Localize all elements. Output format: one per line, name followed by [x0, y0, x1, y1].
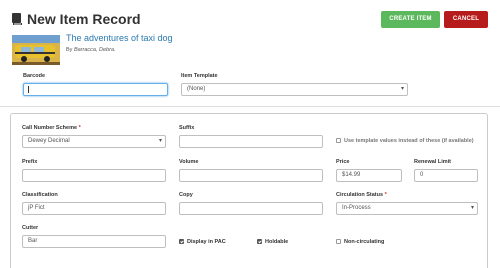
holdable-checkbox[interactable]: Holdable	[257, 239, 288, 245]
barcode-label: Barcode	[23, 73, 46, 79]
text-cursor	[28, 86, 29, 93]
classification-label: Classification	[22, 192, 58, 198]
create-item-button[interactable]: CREATE ITEM	[381, 11, 440, 28]
use-template-values-label: Use template values instead of these (if…	[344, 138, 474, 144]
classification-input[interactable]: jP Fict	[22, 202, 166, 215]
use-template-values-checkbox[interactable]: Use template values instead of these (if…	[336, 138, 474, 144]
circulation-status-label-text: Circulation Status	[336, 192, 384, 198]
book-icon	[12, 13, 22, 25]
required-mark: *	[78, 125, 81, 131]
author-prefix: By	[66, 47, 73, 53]
circulation-status-label: Circulation Status *	[336, 192, 387, 198]
item-template-label: Item Template	[181, 73, 218, 79]
display-in-pac-label: Display in PAC	[187, 239, 226, 245]
book-cover-image	[12, 35, 60, 65]
circulation-status-value: In-Process	[342, 205, 371, 211]
renewal-limit-value: 0	[420, 172, 424, 178]
page-title: New Item Record	[27, 11, 141, 27]
item-template-select[interactable]: (None)	[181, 83, 408, 96]
suffix-label: Suffix	[179, 125, 195, 131]
call-number-scheme-label: Call Number Scheme *	[22, 125, 81, 131]
renewal-limit-label: Renewal Limit	[414, 159, 451, 165]
item-details-panel: Call Number Scheme * Dewey Decimal Suffi…	[10, 113, 488, 268]
display-in-pac-checkbox[interactable]: Display in PAC	[179, 239, 226, 245]
barcode-input[interactable]	[23, 83, 168, 96]
price-input[interactable]: $14.99	[336, 169, 402, 182]
copy-label: Copy	[179, 192, 193, 198]
header: New Item Record CREATE ITEM CANCEL The a…	[0, 0, 500, 106]
non-circulating-label: Non-circulating	[344, 239, 385, 245]
checkbox-icon	[336, 239, 341, 244]
renewal-limit-input[interactable]: 0	[414, 169, 478, 182]
call-number-scheme-value: Dewey Decimal	[28, 138, 70, 144]
checkbox-icon	[336, 138, 341, 143]
book-title-link[interactable]: The adventures of taxi dog	[66, 33, 173, 43]
checkbox-checked-icon	[257, 239, 262, 244]
checkbox-checked-icon	[179, 239, 184, 244]
suffix-input[interactable]	[179, 135, 323, 148]
item-template-value: (None)	[187, 86, 206, 92]
circulation-status-select[interactable]: In-Process	[336, 202, 478, 215]
cutter-value: Bar	[28, 238, 38, 244]
author-name: Barracca, Debra.	[73, 47, 116, 53]
holdable-label: Holdable	[265, 239, 289, 245]
non-circulating-checkbox[interactable]: Non-circulating	[336, 239, 384, 245]
price-value: $14.99	[342, 172, 361, 178]
call-number-scheme-label-text: Call Number Scheme	[22, 125, 78, 131]
cutter-label: Cutter	[22, 225, 39, 231]
cancel-button[interactable]: CANCEL	[444, 11, 488, 28]
required-mark: *	[384, 192, 387, 198]
book-author: By Barracca, Debra.	[66, 47, 116, 53]
prefix-input[interactable]	[22, 169, 166, 182]
section-divider	[0, 106, 500, 107]
prefix-label: Prefix	[22, 159, 38, 165]
classification-value: jP Fict	[28, 205, 45, 211]
copy-input[interactable]	[179, 202, 323, 215]
cutter-input[interactable]: Bar	[22, 235, 166, 248]
volume-label: Volume	[179, 159, 199, 165]
call-number-scheme-select[interactable]: Dewey Decimal	[22, 135, 166, 148]
volume-input[interactable]	[179, 169, 323, 182]
price-label: Price	[336, 159, 350, 165]
